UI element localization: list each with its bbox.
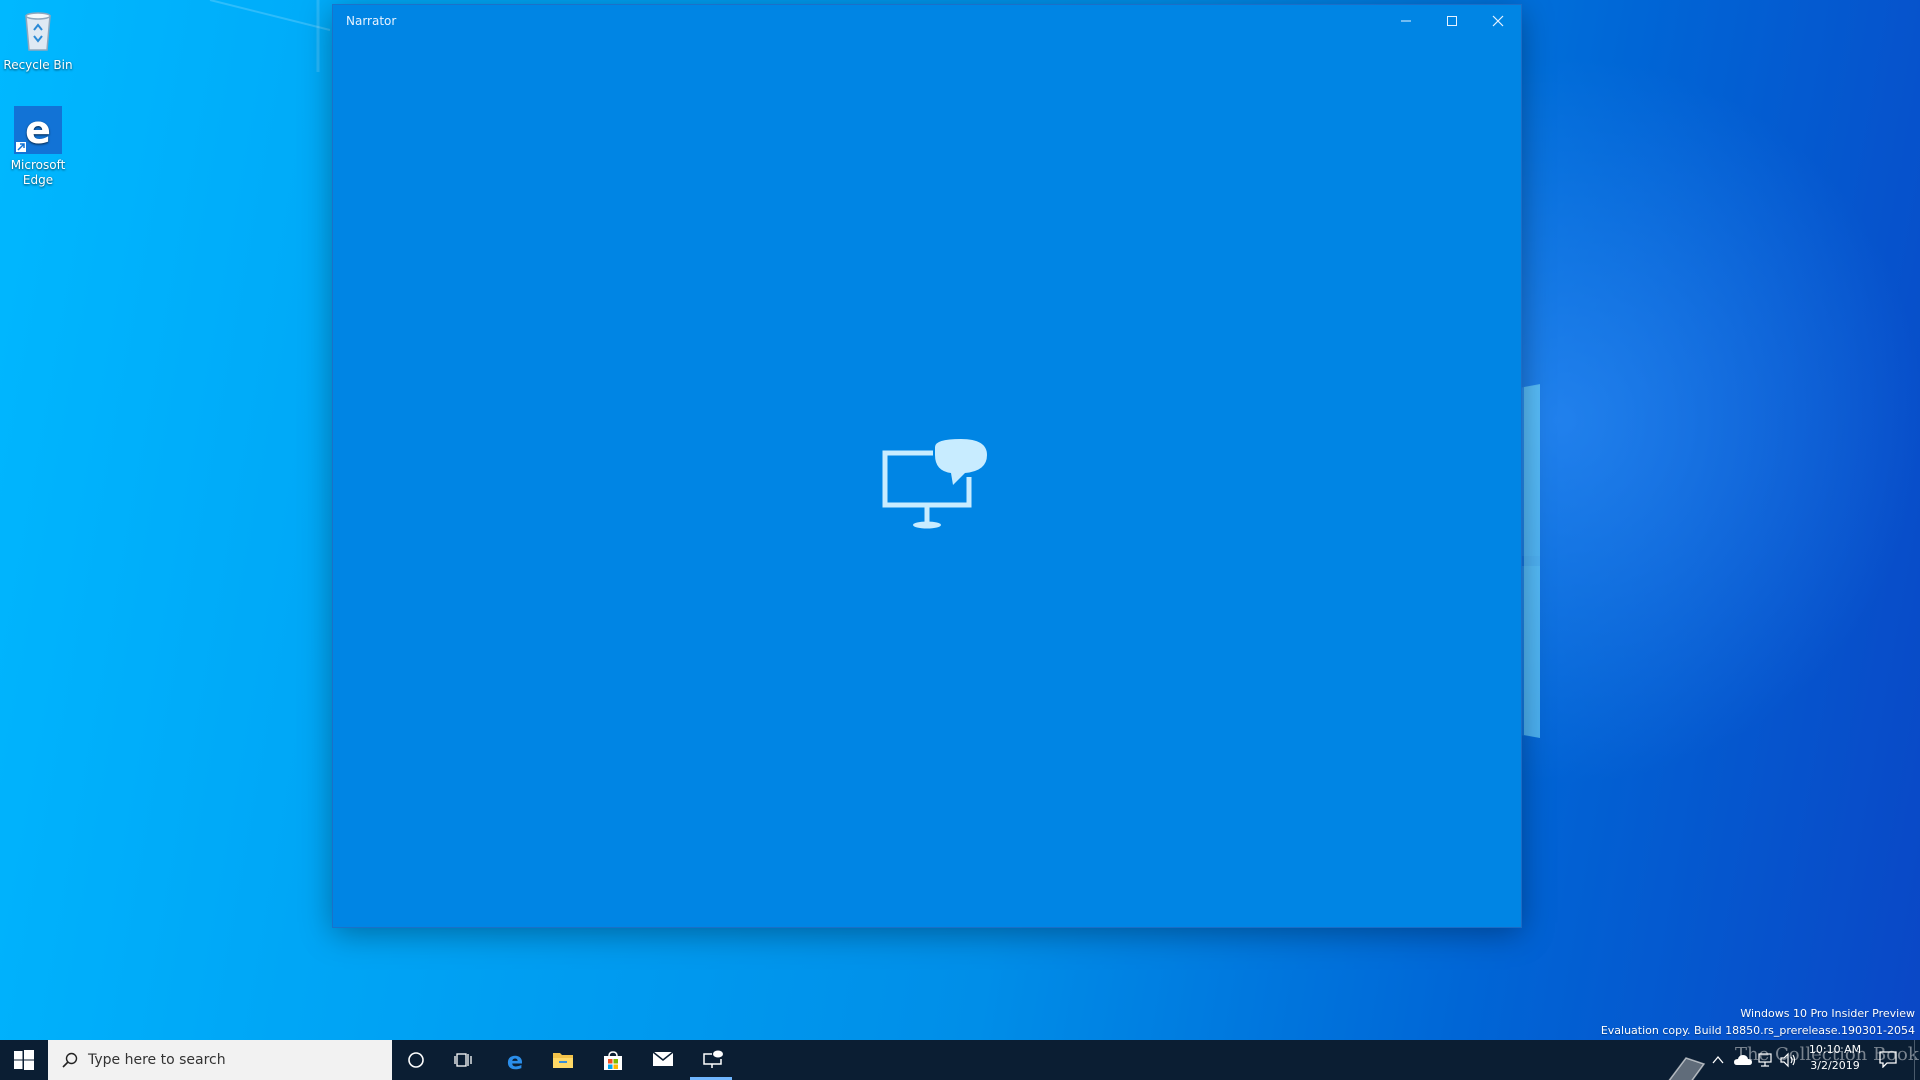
file-explorer-button[interactable]	[538, 1040, 586, 1080]
start-button[interactable]	[0, 1040, 48, 1080]
store-icon	[604, 1051, 622, 1070]
watermark-build: Evaluation copy. Build 18850.rs_prerelea…	[1600, 1024, 1915, 1037]
cortana-icon	[408, 1052, 424, 1068]
recycle-bin-icon	[14, 6, 62, 54]
desktop-icon-recycle-bin[interactable]: Recycle Bin	[0, 6, 76, 73]
network-icon[interactable]	[1758, 1052, 1774, 1068]
taskbar-narrator-button[interactable]	[688, 1040, 736, 1080]
window-title: Narrator	[346, 14, 397, 28]
search-placeholder: Type here to search	[88, 1052, 226, 1068]
narrator-window: Narrator	[333, 5, 1521, 927]
minimize-icon	[1401, 20, 1411, 22]
book-watermark-icon	[1668, 1057, 1706, 1080]
mail-icon	[652, 1051, 674, 1066]
desktop-icon-microsoft-edge[interactable]: e Microsoft Edge	[0, 106, 76, 188]
chevron-up-icon[interactable]	[1712, 1054, 1724, 1066]
maximize-icon	[1447, 16, 1457, 26]
taskbar-edge-button[interactable]: e	[490, 1040, 538, 1080]
task-view-icon	[454, 1053, 472, 1067]
windows-start-icon	[14, 1050, 34, 1070]
task-view-button[interactable]	[440, 1040, 488, 1080]
close-button[interactable]	[1475, 5, 1521, 37]
search-icon	[62, 1052, 78, 1068]
taskbar-clock[interactable]: 10:10 AM 3/2/2019	[1800, 1042, 1870, 1074]
minimize-button[interactable]	[1383, 5, 1429, 37]
edge-icon: e	[507, 1050, 523, 1072]
show-desktop-button[interactable]	[1914, 1040, 1920, 1080]
desktop-icon-label: Recycle Bin	[3, 58, 73, 72]
title-bar[interactable]: Narrator	[333, 5, 1521, 37]
narrator-icon	[882, 439, 987, 529]
action-center-icon[interactable]	[1878, 1050, 1898, 1068]
edge-icon: e	[14, 106, 62, 154]
cortana-button[interactable]	[392, 1040, 440, 1080]
store-button[interactable]	[588, 1040, 636, 1080]
taskbar-search-box[interactable]: Type here to search	[48, 1040, 392, 1080]
volume-icon[interactable]	[1780, 1052, 1798, 1068]
close-icon	[1492, 15, 1504, 27]
narrator-icon	[703, 1050, 723, 1068]
clock-date: 3/2/2019	[1810, 1059, 1860, 1072]
watermark-edition: Windows 10 Pro Insider Preview	[1740, 1007, 1915, 1020]
onedrive-icon[interactable]	[1734, 1054, 1752, 1066]
svg-text:e: e	[507, 1050, 523, 1072]
taskbar: Type here to search e	[0, 1040, 1920, 1080]
mail-button[interactable]	[638, 1040, 686, 1080]
svg-text:e: e	[25, 108, 51, 152]
file-explorer-icon	[553, 1053, 573, 1068]
maximize-button[interactable]	[1429, 5, 1475, 37]
watermark: Windows 10 Pro Insider Preview Evaluatio…	[1601, 1005, 1915, 1039]
clock-time: 10:10 AM	[1808, 1043, 1862, 1056]
desktop-icon-label: Microsoft Edge	[10, 158, 66, 187]
